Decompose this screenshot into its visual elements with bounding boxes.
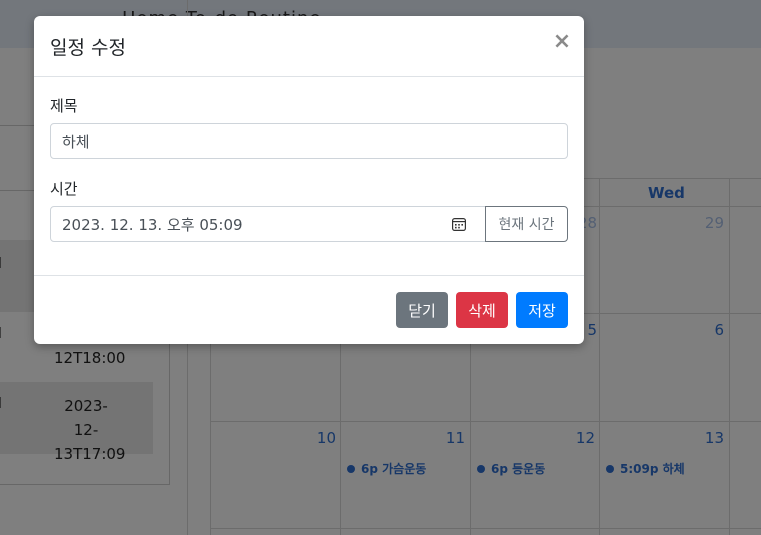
delete-button[interactable]: 삭제 [456,292,508,328]
calendar-icon[interactable] [452,218,466,231]
modal-body: 제목 시간 현재 시간 [34,77,584,275]
title-label: 제목 [50,97,78,115]
edit-schedule-modal: 일정 수정 × 제목 시간 현재 시간 닫기 삭제 저장 [34,16,584,344]
close-button[interactable]: 닫기 [396,292,448,328]
time-label: 시간 [50,180,78,198]
modal-footer: 닫기 삭제 저장 [34,275,584,344]
title-input[interactable] [50,123,568,159]
datetime-input[interactable] [50,206,486,242]
modal-header: 일정 수정 × [34,16,584,77]
current-time-button[interactable]: 현재 시간 [485,206,568,242]
close-icon[interactable]: × [552,30,572,54]
modal-title: 일정 수정 [50,37,126,59]
save-button[interactable]: 저장 [516,292,568,328]
